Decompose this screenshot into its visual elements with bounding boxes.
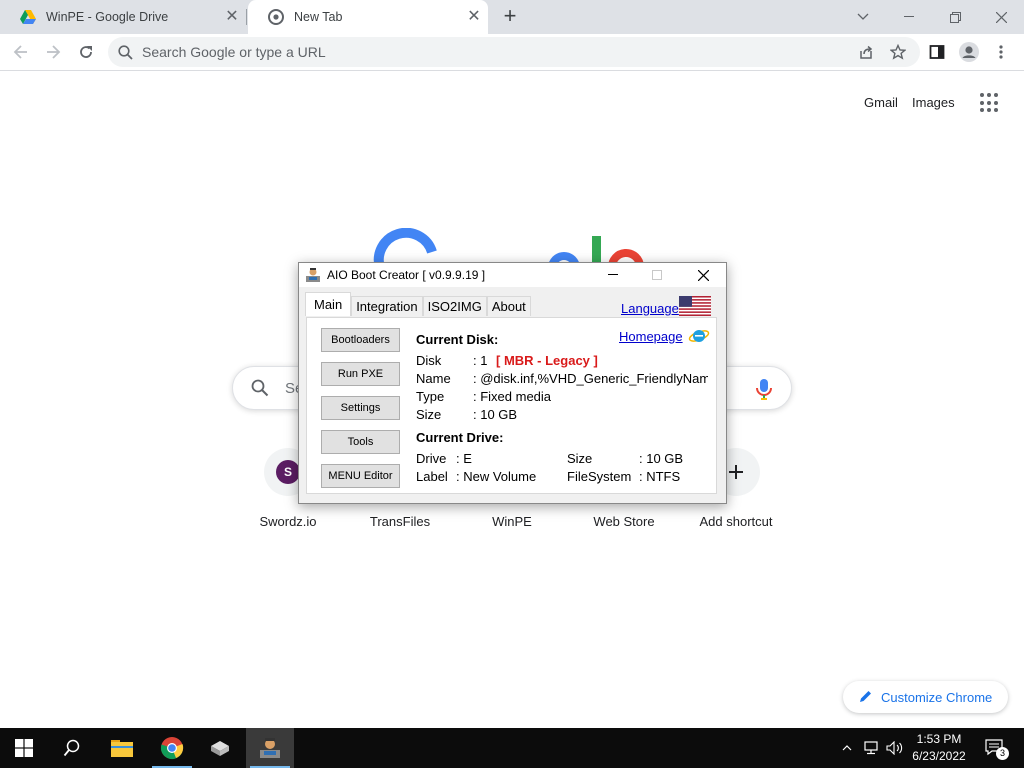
us-flag-icon[interactable]: [679, 296, 711, 316]
omnibox-input[interactable]: [142, 44, 822, 60]
aio-boot-taskbar-icon[interactable]: [246, 728, 294, 768]
tab-integration[interactable]: Integration: [351, 296, 423, 316]
tab-new-tab[interactable]: New Tab ✕: [248, 0, 488, 34]
disk-value: : 1: [473, 353, 488, 368]
name-value: : @disk.inf,%VHD_Generic_FriendlyName: [473, 371, 708, 386]
google-apps-icon[interactable]: [980, 93, 1000, 113]
aio-boot-app-icon: [305, 267, 321, 283]
filesystem-label: FileSystem: [567, 469, 632, 484]
tab-separator: [246, 9, 247, 25]
browser-toolbar: [0, 34, 1024, 71]
notification-count-badge: 3: [996, 747, 1009, 760]
taskbar-search-icon[interactable]: [48, 728, 96, 768]
run-pxe-button[interactable]: Run PXE: [321, 362, 400, 386]
chrome-icon: [268, 9, 284, 25]
tab-title: WinPE - Google Drive: [46, 10, 169, 24]
show-hidden-icons-chevron-icon[interactable]: [838, 728, 856, 768]
share-icon[interactable]: [853, 39, 879, 65]
customize-label: Customize Chrome: [881, 689, 993, 705]
microphone-icon[interactable]: [755, 377, 773, 406]
profile-avatar-icon[interactable]: [956, 39, 982, 65]
menu-editor-button[interactable]: MENU Editor: [321, 464, 400, 488]
clock-time: 1:53 PM: [916, 732, 962, 746]
google-drive-icon: [20, 9, 36, 25]
tab-strip: WinPE - Google Drive ✕ New Tab ✕ +: [0, 0, 1024, 34]
name-label: Name: [416, 371, 451, 386]
settings-button[interactable]: Settings: [321, 396, 400, 420]
dialog-titlebar[interactable]: AIO Boot Creator [ v0.9.9.19 ]: [299, 263, 726, 287]
new-tab-button[interactable]: +: [498, 5, 522, 29]
close-tab-icon[interactable]: ✕: [224, 9, 240, 25]
label-label: Label: [416, 469, 448, 484]
tab-google-drive[interactable]: WinPE - Google Drive ✕: [0, 0, 246, 34]
current-disk-heading: Current Disk:: [416, 332, 499, 347]
bookmark-star-icon[interactable]: [885, 39, 911, 65]
search-icon: [108, 44, 142, 60]
aio-boot-dialog: AIO Boot Creator [ v0.9.9.19 ] Main Inte…: [298, 262, 727, 504]
windows-taskbar: 1:53 PM 6/23/2022 3: [0, 728, 1024, 768]
start-button[interactable]: [0, 728, 48, 768]
shortcut-label: Swordz.io: [259, 514, 317, 529]
close-window-button[interactable]: [978, 0, 1024, 34]
tab-title: New Tab: [294, 10, 343, 24]
restore-button[interactable]: [932, 0, 978, 34]
shortcut-label: Add shortcut: [699, 514, 773, 529]
network-icon[interactable]: [860, 728, 882, 768]
main-tab-panel: Homepage Bootloaders Run PXE Settings To…: [306, 317, 717, 494]
tab-main[interactable]: Main: [305, 292, 352, 316]
clock-date: 6/23/2022: [912, 749, 966, 763]
drive-size-label: Size: [567, 451, 593, 466]
tab-iso2img[interactable]: ISO2IMG: [422, 296, 487, 316]
omnibox[interactable]: [108, 37, 920, 67]
internet-explorer-icon[interactable]: [688, 327, 710, 345]
drive-value: : E: [456, 451, 472, 466]
images-link[interactable]: Images: [912, 95, 955, 110]
disk-utility-icon[interactable]: [196, 728, 244, 768]
pencil-icon: [859, 689, 873, 706]
label-value: : New Volume: [456, 469, 537, 484]
disk-label: Disk: [416, 353, 442, 368]
reload-button[interactable]: [73, 39, 99, 65]
homepage-link[interactable]: Homepage: [619, 329, 683, 344]
tools-button[interactable]: Tools: [321, 430, 400, 454]
dialog-tabs: Main Integration ISO2IMG About: [305, 292, 531, 316]
gmail-link[interactable]: Gmail: [864, 95, 898, 110]
forward-button[interactable]: [40, 39, 66, 65]
dialog-minimize-button[interactable]: [591, 263, 635, 287]
drive-size-value: : 10 GB: [639, 451, 684, 466]
size-label: Size: [416, 407, 442, 422]
shortcut-label: Web Store: [593, 514, 655, 529]
dialog-maximize-button[interactable]: [635, 263, 679, 287]
chrome-menu-icon[interactable]: [988, 39, 1014, 65]
customize-chrome-button[interactable]: Customize Chrome: [843, 681, 1008, 713]
size-value: : 10 GB: [473, 407, 518, 422]
type-value: : Fixed media: [473, 389, 552, 404]
file-explorer-icon[interactable]: [98, 728, 146, 768]
dialog-title: AIO Boot Creator [ v0.9.9.19 ]: [327, 268, 486, 282]
language-link[interactable]: Language: [621, 301, 679, 316]
back-button[interactable]: [8, 39, 34, 65]
chrome-taskbar-icon[interactable]: [148, 728, 196, 768]
shortcut-label: WinPE: [492, 514, 532, 529]
drive-label: Drive: [416, 451, 447, 466]
tab-about[interactable]: About: [486, 296, 531, 316]
filesystem-value: : NTFS: [639, 469, 681, 484]
minimize-button[interactable]: [886, 0, 932, 34]
dialog-close-button[interactable]: [681, 263, 725, 287]
tab-search-icon[interactable]: [840, 0, 886, 34]
type-label: Type: [416, 389, 445, 404]
system-clock[interactable]: 1:53 PM 6/23/2022: [902, 731, 976, 765]
disk-mode-badge: [ MBR - Legacy ]: [496, 353, 598, 368]
side-panel-icon[interactable]: [924, 39, 950, 65]
bootloaders-button[interactable]: Bootloaders: [321, 328, 400, 352]
notification-center-icon[interactable]: 3: [980, 728, 1010, 768]
search-icon: [251, 379, 269, 402]
shortcut-label: TransFiles: [369, 514, 431, 529]
close-tab-icon[interactable]: ✕: [466, 9, 482, 25]
current-drive-heading: Current Drive:: [416, 430, 504, 445]
letter-s-icon: S: [276, 460, 300, 484]
